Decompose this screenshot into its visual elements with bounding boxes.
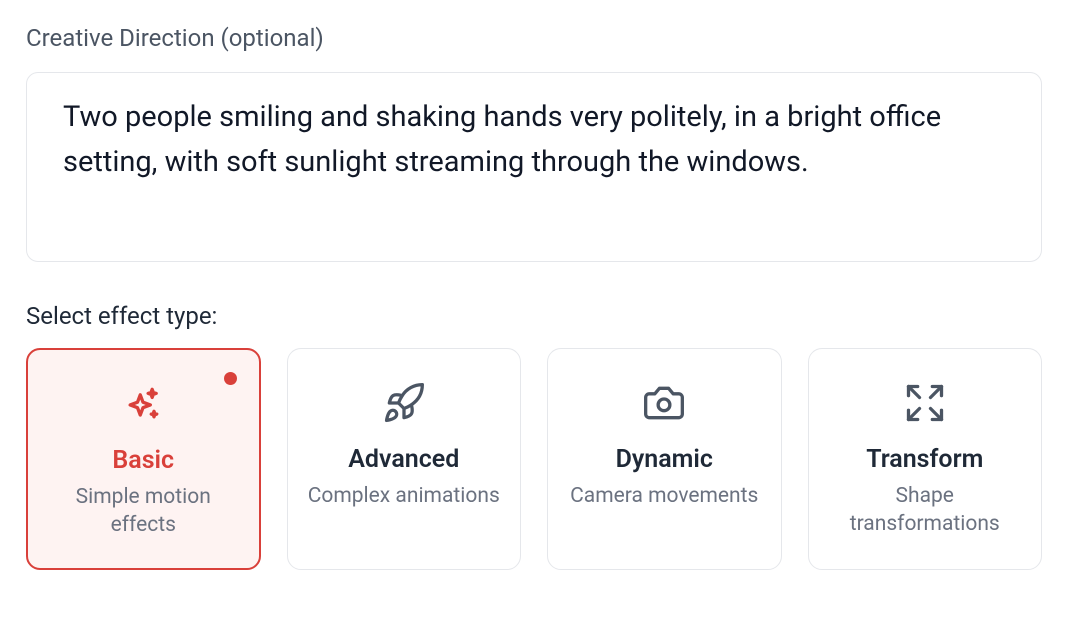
effect-card-desc: Shape transformations xyxy=(825,482,1026,539)
effect-card-title: Transform xyxy=(866,445,983,474)
creative-direction-label: Creative Direction (optional) xyxy=(26,24,1042,52)
effect-type-label: Select effect type: xyxy=(26,302,1042,330)
effect-card-desc: Camera movements xyxy=(570,482,758,510)
effect-card-desc: Simple motion effects xyxy=(44,483,243,540)
effect-type-cards: Basic Simple motion effects Advanced Com… xyxy=(26,348,1042,570)
effect-card-title: Basic xyxy=(112,446,174,475)
rocket-icon xyxy=(380,379,428,427)
effect-card-advanced[interactable]: Advanced Complex animations xyxy=(287,348,522,570)
creative-direction-field[interactable] xyxy=(26,72,1042,262)
camera-icon xyxy=(640,379,688,427)
creative-direction-input[interactable] xyxy=(63,95,1005,235)
selected-indicator-dot xyxy=(224,372,237,385)
effect-card-basic[interactable]: Basic Simple motion effects xyxy=(26,348,261,570)
effect-card-desc: Complex animations xyxy=(308,482,500,510)
effect-card-transform[interactable]: Transform Shape transformations xyxy=(808,348,1043,570)
sparkles-icon xyxy=(119,380,167,428)
effect-card-dynamic[interactable]: Dynamic Camera movements xyxy=(547,348,782,570)
effect-card-title: Dynamic xyxy=(616,445,713,474)
effect-card-title: Advanced xyxy=(348,445,459,474)
expand-icon xyxy=(901,379,949,427)
